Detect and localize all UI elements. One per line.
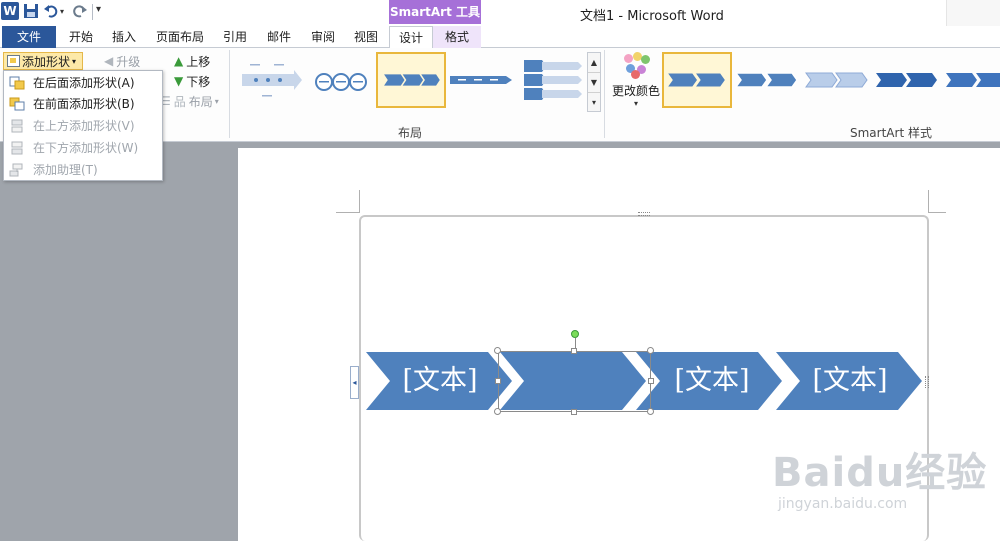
- menu-label: 添加助理(T): [33, 163, 98, 177]
- add-after-icon: [9, 76, 25, 90]
- add-below-icon: [9, 141, 25, 155]
- menu-add-shape-before[interactable]: 在前面添加形状(B): [4, 93, 162, 114]
- menu-add-shape-after[interactable]: 在后面添加形状(A): [4, 72, 162, 93]
- menu-add-shape-above[interactable]: 在上方添加形状(V): [4, 115, 162, 136]
- baidu-watermark: Baidu经验 jingyan.baidu.com: [772, 440, 992, 520]
- add-assistant-icon: [9, 163, 25, 177]
- add-shape-menu: 在后面添加形状(A) 在前面添加形状(B) 在上方添加形状(V) 在下方添加形状…: [3, 70, 163, 181]
- selection-box: [498, 351, 651, 412]
- chevron-text-4[interactable]: [文本]: [800, 352, 900, 410]
- add-above-icon: [9, 119, 25, 133]
- chevron-text-3[interactable]: [文本]: [662, 352, 762, 410]
- watermark-main-text: Baidu经验: [772, 450, 988, 496]
- rotate-handle[interactable]: [571, 330, 579, 338]
- menu-label: 在后面添加形状(A): [33, 76, 135, 90]
- menu-label: 在前面添加形状(B): [33, 97, 135, 111]
- resize-handle-ne[interactable]: [647, 347, 654, 354]
- resize-handle-sw[interactable]: [494, 408, 501, 415]
- resize-handle-w[interactable]: [495, 378, 501, 384]
- resize-handle-se[interactable]: [647, 408, 654, 415]
- menu-add-shape-below[interactable]: 在下方添加形状(W): [4, 137, 162, 158]
- menu-add-assistant[interactable]: 添加助理(T): [4, 159, 162, 180]
- resize-handle-s[interactable]: [571, 409, 577, 415]
- watermark-url: jingyan.baidu.com: [778, 496, 908, 512]
- resize-handle-e[interactable]: [648, 378, 654, 384]
- resize-handle-nw[interactable]: [494, 347, 501, 354]
- chevron-text-1[interactable]: [文本]: [390, 352, 490, 410]
- add-before-icon: [9, 97, 25, 111]
- menu-label: 在上方添加形状(V): [33, 119, 135, 133]
- resize-handle-n[interactable]: [571, 348, 577, 354]
- menu-label: 在下方添加形状(W): [33, 141, 139, 155]
